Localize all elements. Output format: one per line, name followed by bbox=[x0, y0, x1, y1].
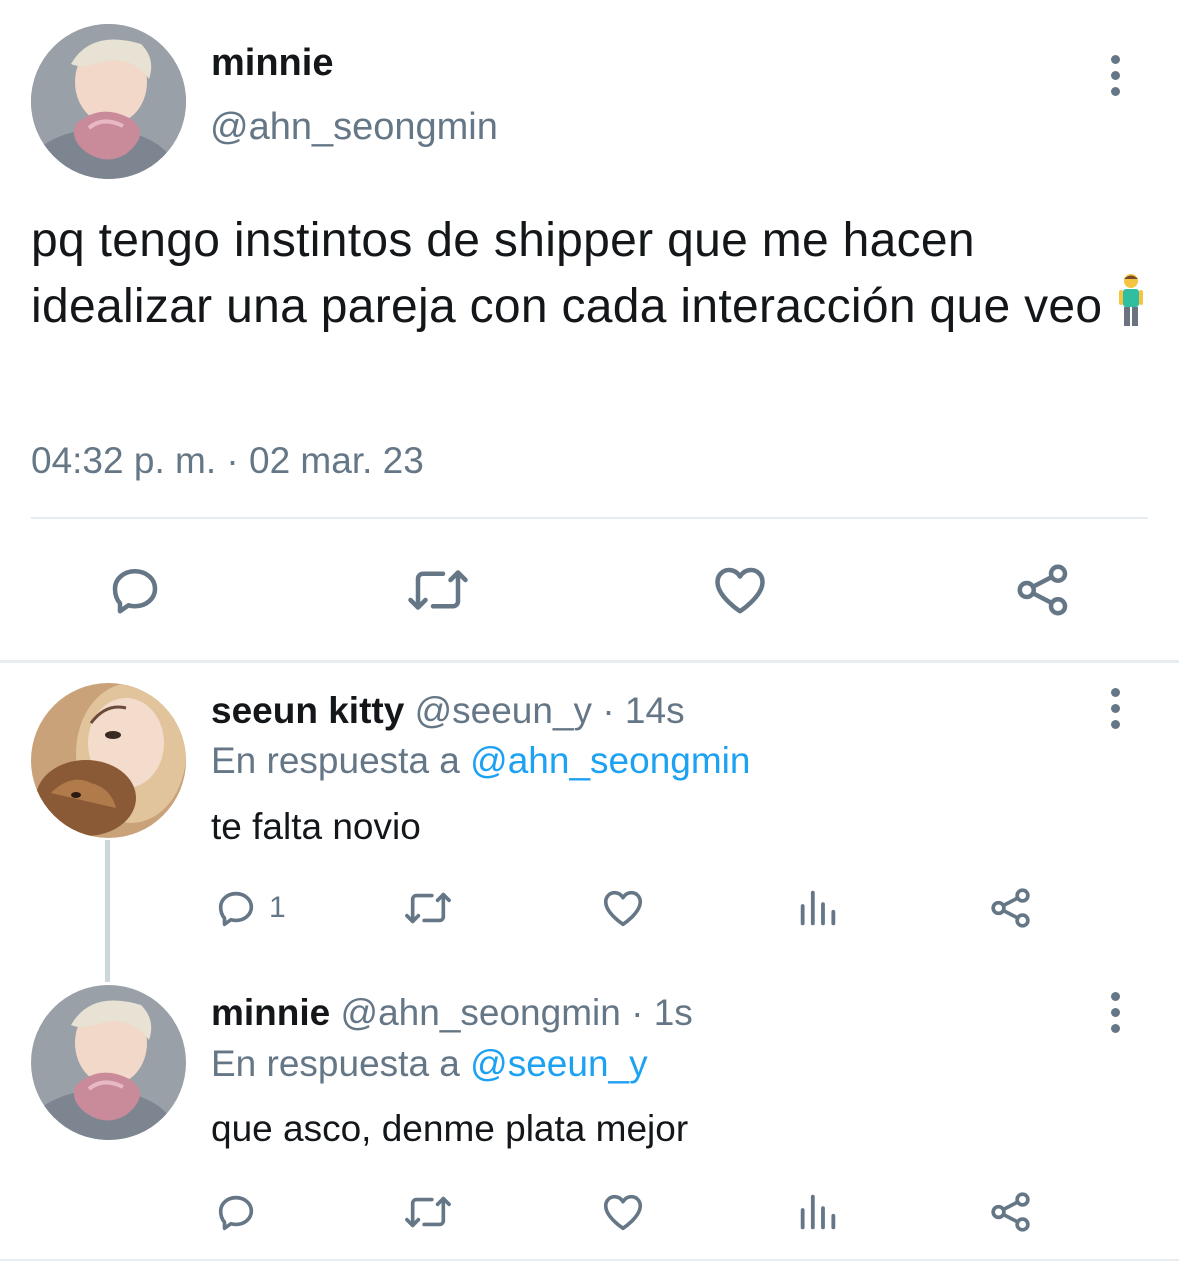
share-button[interactable] bbox=[988, 885, 1034, 931]
analytics-button[interactable] bbox=[795, 885, 841, 931]
reply-to-link[interactable]: @seeun_y bbox=[470, 1043, 647, 1084]
reply-icon bbox=[112, 569, 158, 614]
retweet-button[interactable] bbox=[402, 1189, 454, 1235]
tweet-body: pq tengo instintos de shipper que me hac… bbox=[31, 214, 1103, 333]
avatar[interactable] bbox=[31, 24, 186, 179]
like-icon bbox=[603, 1194, 643, 1231]
reply-text: te falta novio bbox=[211, 806, 421, 847]
analytics-icon bbox=[800, 1194, 836, 1230]
thread-line bbox=[105, 840, 110, 982]
reply-prefix: En respuesta a bbox=[211, 740, 460, 781]
share-icon bbox=[1017, 564, 1068, 616]
display-name[interactable]: minnie bbox=[211, 42, 333, 85]
reply-button[interactable] bbox=[213, 1189, 259, 1235]
main-tweet: minnie @ahn_seongmin pq tengo instintos … bbox=[0, 0, 1179, 662]
share-icon bbox=[991, 1192, 1030, 1232]
divider bbox=[31, 517, 1148, 519]
user-handle[interactable]: @seeun_y bbox=[415, 690, 592, 731]
reply-button[interactable] bbox=[105, 560, 165, 620]
user-handle[interactable]: @ahn_seongmin bbox=[210, 106, 498, 149]
reply-header: minnie @ahn_seongmin · 1s bbox=[211, 992, 693, 1034]
bottom-divider bbox=[0, 1259, 1179, 1261]
share-icon bbox=[991, 888, 1030, 928]
reply-prefix: En respuesta a bbox=[211, 1043, 460, 1084]
retweet-button[interactable] bbox=[402, 885, 454, 931]
like-button[interactable] bbox=[600, 885, 646, 931]
reply-age: · 1s bbox=[631, 992, 693, 1033]
display-name[interactable]: minnie bbox=[211, 992, 330, 1033]
more-options-icon[interactable] bbox=[1095, 683, 1135, 733]
man-standing-emoji bbox=[1116, 272, 1146, 328]
like-icon bbox=[603, 890, 643, 927]
share-button[interactable] bbox=[1013, 560, 1073, 620]
reply-to-line: En respuesta a @ahn_seongmin bbox=[211, 740, 750, 782]
reply-header: seeun kitty @seeun_y · 14s bbox=[211, 690, 685, 732]
tweet-text: pq tengo instintos de shipper que me hac… bbox=[31, 210, 1151, 338]
reply-to-link[interactable]: @ahn_seongmin bbox=[470, 740, 750, 781]
section-divider bbox=[0, 660, 1179, 663]
analytics-icon bbox=[800, 890, 836, 926]
user-handle[interactable]: @ahn_seongmin bbox=[341, 992, 621, 1033]
more-options-icon[interactable] bbox=[1095, 987, 1135, 1037]
more-options-icon[interactable] bbox=[1095, 50, 1135, 100]
like-button[interactable] bbox=[710, 560, 770, 620]
retweet-icon bbox=[408, 570, 468, 610]
reply-icon bbox=[218, 1195, 254, 1231]
reply-text: que asco, denme plata mejor bbox=[211, 1108, 689, 1149]
display-name[interactable]: seeun kitty bbox=[211, 690, 404, 731]
retweet-icon bbox=[405, 1196, 451, 1228]
like-icon bbox=[715, 567, 765, 614]
share-button[interactable] bbox=[988, 1189, 1034, 1235]
reply-to-line: En respuesta a @seeun_y bbox=[211, 1043, 648, 1085]
retweet-icon bbox=[405, 892, 451, 924]
tweet-timestamp: 04:32 p. m. · 02 mar. 23 bbox=[31, 440, 424, 481]
reply-count: 1 bbox=[269, 891, 286, 924]
reply-age: · 14s bbox=[602, 690, 685, 731]
retweet-button[interactable] bbox=[405, 560, 471, 620]
analytics-button[interactable] bbox=[795, 1189, 841, 1235]
avatar[interactable] bbox=[31, 985, 186, 1140]
avatar[interactable] bbox=[31, 683, 186, 838]
like-button[interactable] bbox=[600, 1189, 646, 1235]
reply-button[interactable]: 1 bbox=[213, 885, 286, 931]
reply-icon bbox=[218, 891, 254, 927]
